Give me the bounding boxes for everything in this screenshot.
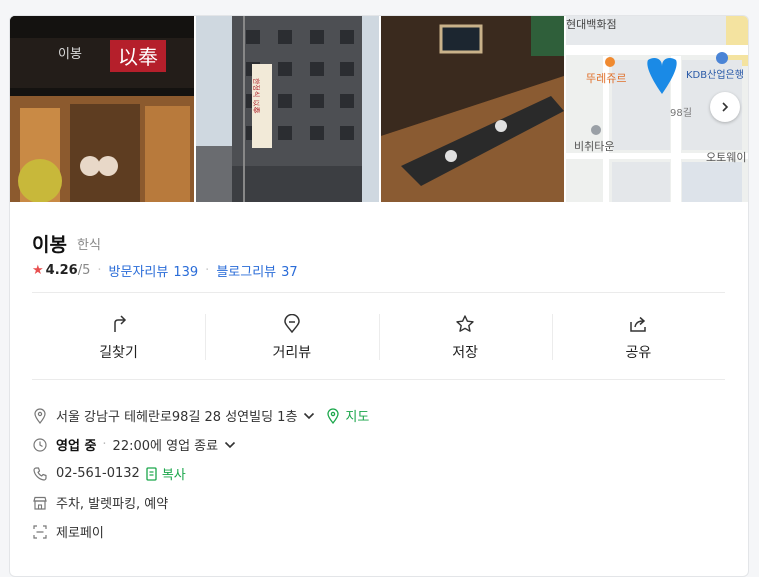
chevron-right-icon [722,102,729,112]
star-icon [456,315,474,332]
payment-text: 제로페이 [56,526,104,541]
copy-button[interactable]: 복사 [162,464,186,483]
save-button[interactable]: 저장 [378,312,552,362]
separator-dot: · [205,263,210,278]
map-label-kdb: KDB산업은행 [686,68,744,81]
next-photo-button[interactable] [710,92,740,122]
action-bar: 길찾기 거리뷰 저장 공유 [32,312,725,362]
rating-max: /5 [77,263,91,278]
separator-dot: · [97,263,102,278]
copy-icon [144,466,160,482]
map-thumbnail[interactable]: 현대백화점 뚜레쥬르 KDB산업은행 98길 비취타운 오토웨이 [566,16,748,202]
blog-review-link[interactable]: 블로그리뷰 37 [216,261,297,280]
share-button[interactable]: 공유 [551,312,725,362]
blog-review-count: 37 [281,265,298,280]
directions-button[interactable]: 길찾기 [32,312,205,362]
place-card: 이봉 以奉 한정식 以奉 현대백화점 뚜레쥬르 KDB산업은행 98길 비취타운… [9,15,749,577]
phone-number[interactable]: 02-561-0132 [56,466,140,481]
map-label-hyundai: 현대백화점 [566,18,617,31]
payment-row: 제로페이 [32,517,725,546]
rating-star-icon: ★ [32,263,44,278]
map-label-bichwi: 비취타운 [574,140,614,153]
building-sign: 한정식 以奉 [252,78,261,114]
photo-interior[interactable] [381,16,564,202]
map-link[interactable]: 지도 [345,406,369,425]
rating-value: 4.26 [45,263,78,278]
facilities-row: 주차, 발렛파킹, 예약 [32,488,725,517]
chevron-down-icon[interactable] [224,439,236,451]
share-icon [630,316,647,332]
place-category: 한식 [77,238,101,253]
photo-storefront[interactable]: 이봉 以奉 [10,16,194,202]
phone-row: 02-561-0132 복사 [32,459,725,488]
directions-icon [113,315,126,332]
open-status: 영업 중 [56,439,97,454]
interior-image [381,16,564,202]
clock-icon [32,437,48,453]
streetview-button[interactable]: 거리뷰 [205,312,378,362]
sign-hangul: 이봉 [58,47,82,62]
map-label-road: 98길 [670,106,692,119]
phone-icon [32,466,48,482]
rating-row: ★ 4.26 /5 · 방문자리뷰 139 · 블로그리뷰 37 [32,261,298,280]
closing-time: 22:00에 영업 종료 [112,439,219,454]
place-name: 이봉 [32,234,67,256]
chevron-down-icon[interactable] [303,410,315,422]
storefront-image: 이봉 以奉 [10,16,194,202]
scan-icon [32,524,48,540]
divider [32,292,725,293]
facilities-text: 주차, 발렛파킹, 예약 [56,497,169,512]
address-text: 서울 강남구 테헤란로98길 28 성연빌딩 1층 [56,410,298,425]
map-label-touslesjours: 뚜레쥬르 [586,72,626,85]
location-icon [32,407,48,424]
visitor-review-link[interactable]: 방문자리뷰 139 [109,261,199,280]
info-list: 서울 강남구 테헤란로98길 28 성연빌딩 1층 지도 영업 중 · 22:0… [32,401,725,546]
directions-label: 길찾기 [99,345,138,361]
hours-row: 영업 중 · 22:00에 영업 종료 [32,430,725,459]
blog-review-label: 블로그리뷰 [216,265,277,280]
streetview-label: 거리뷰 [272,345,312,361]
divider [32,379,725,380]
address-row: 서울 강남구 테헤란로98길 28 성연빌딩 1층 지도 [32,401,725,430]
map-link-icon [325,407,341,424]
map-label-autoway: 오토웨이 [706,151,746,164]
visitor-review-label: 방문자리뷰 [108,265,169,280]
sign-hanja: 以奉 [118,45,158,69]
visitor-review-count: 139 [173,265,199,280]
share-label: 공유 [625,345,652,361]
photo-building[interactable]: 한정식 以奉 [196,16,379,202]
save-label: 저장 [452,345,478,361]
store-icon [32,495,48,511]
building-image: 한정식 以奉 [196,16,379,202]
streetview-icon [284,314,300,334]
photo-strip: 이봉 以奉 한정식 以奉 현대백화점 뚜레쥬르 KDB산업은행 98길 비취타운… [10,16,748,202]
separator-dot: · [102,437,107,452]
